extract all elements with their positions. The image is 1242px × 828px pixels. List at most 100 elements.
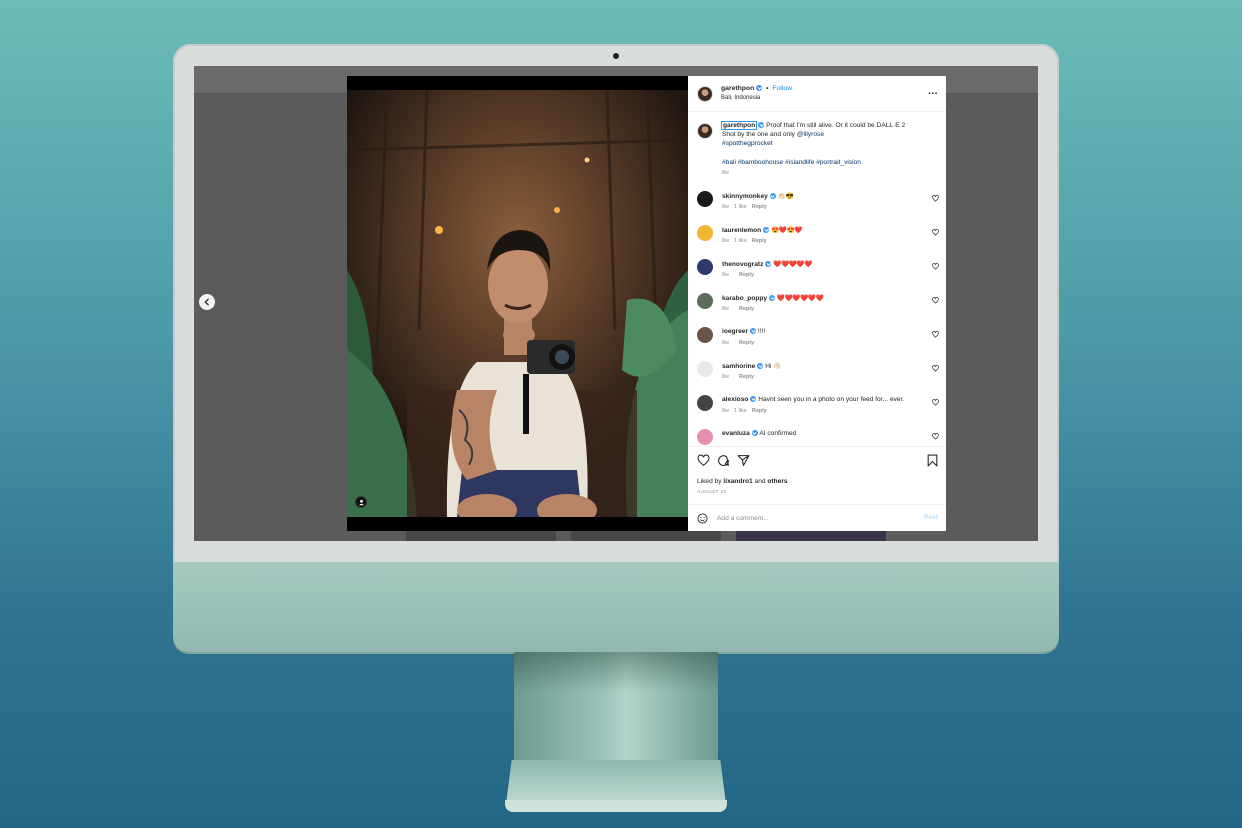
verified-badge-icon: [765, 261, 772, 268]
comment-input[interactable]: [717, 512, 907, 525]
commenter-avatar[interactable]: [697, 429, 713, 445]
comment-line: thenovogratz ❤️❤️❤️❤️❤️: [722, 260, 812, 268]
heart-icon[interactable]: [697, 454, 710, 467]
comment-text: AI confirmed: [759, 430, 797, 437]
commenter-avatar[interactable]: [697, 327, 713, 343]
commenter-avatar[interactable]: [697, 395, 713, 411]
comment-like-icon[interactable]: [932, 399, 939, 406]
comment-reply-button[interactable]: Reply: [739, 272, 754, 278]
comment-reply-button[interactable]: Reply: [752, 408, 767, 414]
portrait-illustration: [347, 90, 688, 517]
commenter-avatar[interactable]: [697, 225, 713, 241]
commenter-username[interactable]: laurenlemon: [722, 227, 761, 234]
comment-like-icon[interactable]: [932, 195, 939, 202]
author-avatar[interactable]: [697, 86, 713, 102]
more-options-icon[interactable]: ...: [928, 87, 938, 97]
emoji-icon[interactable]: [697, 513, 708, 524]
verified-badge-icon: [750, 328, 757, 335]
commenter-username[interactable]: ioegreer: [722, 328, 748, 335]
caption-username[interactable]: garethpon: [720, 121, 758, 130]
imac-chin: [173, 562, 1059, 652]
commenter-avatar[interactable]: [697, 361, 713, 377]
commenter-avatar[interactable]: [697, 293, 713, 309]
camera-icon: [613, 53, 619, 59]
author-line: garethpon • Follow: [721, 85, 792, 92]
comment-text: 👏🏻😎: [777, 193, 795, 200]
comment-meta: 8w 1 like Reply: [722, 408, 772, 414]
comment-text: 😍❤️😍❤️: [771, 227, 802, 234]
commenter-username[interactable]: thenovogratz: [722, 261, 763, 268]
comment-like-icon[interactable]: [932, 365, 939, 372]
comment-likes[interactable]: 1 like: [734, 204, 747, 210]
comment-time: 8w: [722, 204, 730, 210]
comment-time: 8w: [722, 272, 730, 278]
screen: garethpon • Follow Bali, Indonesia ... g…: [194, 66, 1038, 541]
commenter-username[interactable]: evanluza: [722, 430, 750, 437]
comment-reply-button[interactable]: Reply: [739, 374, 754, 380]
caption-hashtag[interactable]: #spotthegprocket: [722, 140, 773, 147]
commenter-username[interactable]: skinnymonkey: [722, 193, 768, 200]
imac-foot-edge: [505, 800, 727, 812]
post-location[interactable]: Bali, Indonesia: [721, 95, 760, 101]
comment-meta: 8w Reply: [722, 272, 759, 278]
comment-row: karabo_poppy ❤️❤️❤️❤️❤️❤️ 8w Reply: [697, 293, 941, 323]
comment-row: laurenlemon 😍❤️😍❤️ 8w 1 like Reply: [697, 225, 941, 255]
liked-by-user[interactable]: lixandro1: [723, 478, 752, 485]
post-header: garethpon • Follow Bali, Indonesia ...: [688, 76, 946, 112]
comment-row: alexioso Havnt seen you in a photo on yo…: [697, 395, 941, 425]
background-thumbnail: [736, 530, 886, 541]
comment-likes[interactable]: 1 like: [734, 408, 747, 414]
post-actions: Liked by lixandro1 and others AUGUST 23: [688, 446, 946, 504]
caption-text: Proof that I'm still alive. Or it could …: [766, 122, 906, 129]
verified-badge-icon: [763, 227, 770, 234]
comment-line: laurenlemon 😍❤️😍❤️: [722, 226, 802, 234]
share-icon[interactable]: [737, 454, 750, 467]
commenter-username[interactable]: karabo_poppy: [722, 295, 767, 302]
comment-line: evanluza AI confirmed: [722, 430, 796, 437]
commenter-avatar[interactable]: [697, 191, 713, 207]
author-username[interactable]: garethpon: [721, 85, 754, 92]
comment-row: thenovogratz ❤️❤️❤️❤️❤️ 8w Reply: [697, 259, 941, 289]
caption-author-avatar[interactable]: [697, 123, 713, 139]
comment-meta: 8w Reply: [722, 306, 759, 312]
post-photo[interactable]: [347, 90, 688, 517]
liked-by-line: Liked by lixandro1 and others: [697, 478, 788, 485]
comment-reply-button[interactable]: Reply: [739, 306, 754, 312]
caption-hashtags[interactable]: #bali #bamboohouse #islandlife #portrait…: [722, 158, 934, 167]
commenter-username[interactable]: alexioso: [722, 396, 748, 403]
tagged-users-button[interactable]: [355, 496, 367, 508]
verified-badge-icon: [769, 295, 776, 302]
comment-icon[interactable]: [717, 454, 730, 467]
liked-by-prefix: Liked by: [697, 478, 724, 485]
post-comment-button[interactable]: Post: [924, 514, 938, 521]
comment-line: ioegreer !!!!: [722, 328, 765, 335]
liked-by-middle: and: [752, 478, 768, 485]
comment-time: 8w: [722, 408, 730, 414]
commenter-username[interactable]: samhorine: [722, 363, 755, 370]
comment-reply-button[interactable]: Reply: [739, 340, 754, 346]
follow-button[interactable]: Follow: [772, 85, 792, 92]
comment-likes[interactable]: 1 like: [734, 238, 747, 244]
comment-like-icon[interactable]: [932, 433, 939, 440]
comment-row: skinnymonkey 👏🏻😎 8w 1 like Reply: [697, 191, 941, 221]
comments-list[interactable]: garethpon Proof that I'm still alive. Or…: [688, 113, 946, 446]
caption-mention[interactable]: @lilyrose: [797, 131, 824, 138]
bookmark-icon[interactable]: [926, 454, 939, 467]
comment-reply-button[interactable]: Reply: [752, 238, 767, 244]
commenter-avatar[interactable]: [697, 259, 713, 275]
liked-by-others[interactable]: others: [767, 478, 787, 485]
comment-like-icon[interactable]: [932, 331, 939, 338]
comment-reply-button[interactable]: Reply: [752, 204, 767, 210]
comment-text: ❤️❤️❤️❤️❤️: [773, 261, 812, 268]
previous-post-button[interactable]: [199, 294, 215, 310]
comment-line: skinnymonkey 👏🏻😎: [722, 192, 794, 200]
comment-meta: 8w Reply: [722, 340, 759, 346]
header-separator: •: [766, 85, 769, 92]
verified-badge-icon: [769, 193, 776, 200]
comment-row: ioegreer !!!! 8w Reply: [697, 327, 941, 357]
comment-line: samhorine Hi 👋🏻: [722, 362, 781, 370]
comment-like-icon[interactable]: [932, 297, 939, 304]
comment-like-icon[interactable]: [932, 229, 939, 236]
verified-badge-icon: [751, 430, 758, 437]
comment-like-icon[interactable]: [932, 263, 939, 270]
